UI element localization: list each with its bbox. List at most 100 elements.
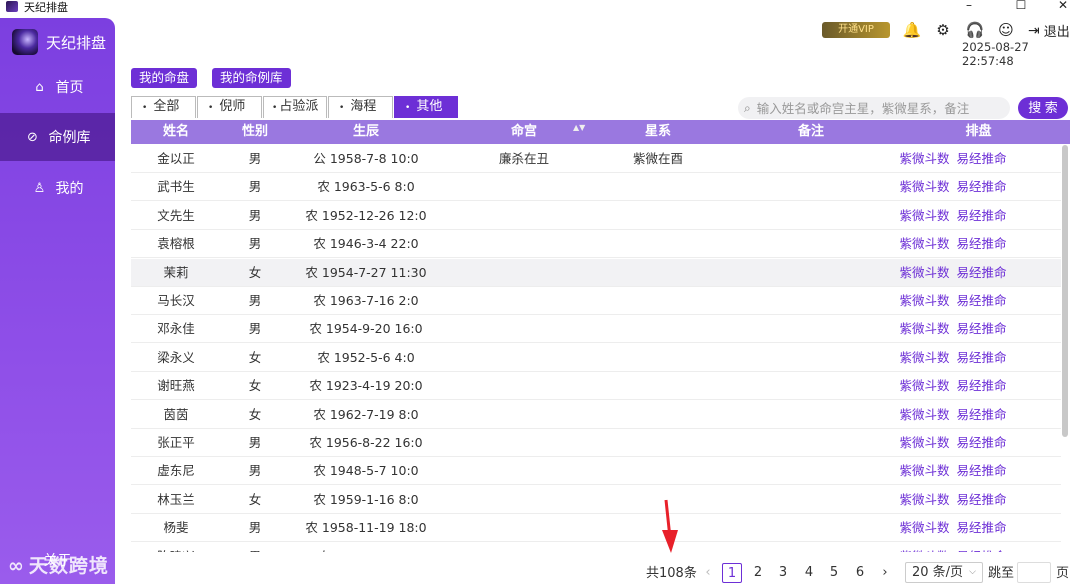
cell-star [595,173,721,201]
table-row[interactable]: 袁榕根 男 农 1946-3-4 22:0 紫微斗数 易经推命 [131,230,1061,259]
page-size-select[interactable]: 20 条/页 ⌵ [905,562,983,583]
cell-note [741,401,881,429]
cell-gender: 女 [248,406,262,422]
yijing-chart-link[interactable]: 易经推命 [955,486,1008,514]
bell-icon[interactable]: 🔔 [902,20,922,40]
table-row[interactable]: 马长汉 男 农 1963-7-16 2:0 紫微斗数 易经推命 [131,287,1061,315]
tab-my-charts[interactable]: 我的命盘 [131,68,198,88]
yijing-chart-link[interactable]: 易经推命 [955,287,1008,315]
prev-page-button[interactable]: ‹ [698,563,718,583]
table-row[interactable]: 文先生 男 农 1952-12-26 12:0 紫微斗数 易经推命 [131,202,1061,230]
sidebar-item-case-library[interactable]: ⊘ 命例库 [0,113,115,161]
maximize-button[interactable]: ☐ [998,0,1044,13]
page-button[interactable]: 6 [850,563,870,583]
column-header-palace[interactable]: 命宫 [461,120,587,144]
page-button[interactable]: 2 [748,563,768,583]
ziwei-chart-link[interactable]: 紫微斗数 [898,259,951,287]
ziwei-chart-link[interactable]: 紫微斗数 [898,543,951,552]
search-input[interactable] [756,100,997,116]
yijing-chart-link[interactable]: 易经推命 [955,429,1008,457]
yijing-chart-link[interactable]: 易经推命 [955,145,1008,173]
cell-gender: 男 [248,435,262,450]
page-button[interactable]: 5 [824,563,844,583]
sidebar-item-mine[interactable]: ♙ 我的 [0,164,115,212]
yijing-chart-link[interactable]: 易经推命 [955,543,1008,552]
total-count: 共108条 [646,566,697,581]
yijing-chart-link[interactable]: 易经推命 [955,372,1008,400]
ziwei-chart-link[interactable]: 紫微斗数 [898,429,951,457]
ziwei-chart-link[interactable]: 紫微斗数 [898,514,951,542]
yijing-chart-link[interactable]: 易经推命 [955,315,1008,343]
tab-my-case-library[interactable]: 我的命例库 [212,68,291,88]
logout-icon: ⇥ [1028,22,1040,39]
logout-button[interactable]: ⇥ 退出 [1028,21,1070,41]
cell-name: 陈建兴 [136,543,216,552]
column-header-note[interactable]: 备注 [741,120,881,144]
cell-star [595,259,721,287]
ziwei-chart-link[interactable]: 紫微斗数 [898,372,951,400]
cell-birth: 农 1959-1-16 8:0 [313,491,419,507]
yijing-chart-link[interactable]: 易经推命 [955,514,1008,542]
ziwei-chart-link[interactable]: 紫微斗数 [898,287,951,315]
table-row[interactable]: 茵茵 女 农 1962-7-19 8:0 紫微斗数 易经推命 [131,401,1061,429]
table-row[interactable]: 陈建兴男农 1960-1-6 6:0 紫微斗数易经推命 [131,543,1061,552]
goto-page-input[interactable] [1017,562,1051,583]
cell-gender: 男 [248,151,262,166]
table-row[interactable]: 张正平 男 农 1956-8-22 16:0 紫微斗数 易经推命 [131,429,1061,457]
ziwei-chart-link[interactable]: 紫微斗数 [898,401,951,429]
ziwei-chart-link[interactable]: 紫微斗数 [898,173,951,201]
sidebar-item-home[interactable]: ⌂ 首页 [0,63,115,111]
table-row[interactable]: 武书生 男 农 1963-5-6 8:0 紫微斗数 易经推命 [131,173,1061,202]
yijing-chart-link[interactable]: 易经推命 [955,230,1008,258]
ziwei-chart-link[interactable]: 紫微斗数 [898,457,951,485]
vip-button[interactable]: 开通VIP [822,22,890,38]
ziwei-chart-link[interactable]: 紫微斗数 [898,344,951,372]
tab-zhanyan[interactable]: • 占验派 [263,96,327,118]
yijing-chart-link[interactable]: 易经推命 [955,202,1008,230]
table-row[interactable]: 虚东尼 男 农 1948-5-7 10:0 紫微斗数 易经推命 [131,457,1061,486]
column-header-gender[interactable]: 性别 [216,120,294,144]
column-header-name[interactable]: 姓名 [136,120,216,144]
user-profile-icon[interactable]: ☺ [996,20,1016,40]
tab-ni-shi[interactable]: • 倪师 [197,96,262,118]
column-header-star[interactable]: 星系 [595,120,721,144]
table-row[interactable]: 林玉兰 女 农 1959-1-16 8:0 紫微斗数 易经推命 [131,486,1061,514]
table-row[interactable]: 谢旺燕 女 农 1923-4-19 20:0 紫微斗数 易经推命 [131,372,1061,401]
cell-birth: 农 1946-3-4 22:0 [313,236,419,252]
page-button[interactable]: 4 [799,563,819,583]
table-row[interactable]: 邓永佳 男 农 1954-9-20 16:0 紫微斗数 易经推命 [131,315,1061,344]
headset-icon[interactable]: 🎧 [965,20,985,40]
tab-haicheng[interactable]: • 海程 [328,96,393,118]
tab-all[interactable]: • 全部 [131,96,196,118]
ziwei-chart-link[interactable]: 紫微斗数 [898,145,951,173]
column-header-chart[interactable]: 排盘 [911,120,1046,144]
minimize-button[interactable]: – [946,0,992,13]
page-button[interactable]: 3 [773,563,793,583]
page-button[interactable]: 1 [722,563,742,583]
user-icon: ♙ [33,180,46,196]
table-row[interactable]: 茉莉 女 农 1954-7-27 11:30 紫微斗数 易经推命 [131,258,1061,287]
close-button[interactable]: ✕ [1040,0,1080,13]
column-header-birth[interactable]: 生辰 [301,120,431,144]
yijing-chart-link[interactable]: 易经推命 [955,259,1008,287]
next-page-button[interactable]: › [875,563,895,583]
yijing-chart-link[interactable]: 易经推命 [955,401,1008,429]
yijing-chart-link[interactable]: 易经推命 [955,173,1008,201]
table-header: 姓名 性别 生辰 ▲▼ 命宫 星系 备注 排盘 [131,120,1070,144]
vertical-scrollbar[interactable] [1062,145,1068,437]
yijing-chart-link[interactable]: 易经推命 [955,344,1008,372]
table-row[interactable]: 杨斐 男 农 1958-11-19 18:0 紫微斗数 易经推命 [131,514,1061,543]
yijing-chart-link[interactable]: 易经推命 [955,457,1008,485]
ziwei-chart-link[interactable]: 紫微斗数 [898,315,951,343]
table-row[interactable]: 金以正 男 公 1958-7-8 10:0 廉杀在丑 紫微在酉 紫微斗数 易经推命 [131,145,1061,173]
tab-other[interactable]: • 其他 [394,96,458,118]
cell-palace [461,429,587,457]
ziwei-chart-link[interactable]: 紫微斗数 [898,486,951,514]
search-button[interactable]: 搜 索 [1018,97,1068,119]
cell-palace [461,457,587,485]
table-row[interactable]: 梁永义 女 农 1952-5-6 4:0 紫微斗数 易经推命 [131,344,1061,372]
ziwei-chart-link[interactable]: 紫微斗数 [898,230,951,258]
ziwei-chart-link[interactable]: 紫微斗数 [898,202,951,230]
gear-icon[interactable]: ⚙ [933,20,953,40]
cell-star [595,287,721,315]
